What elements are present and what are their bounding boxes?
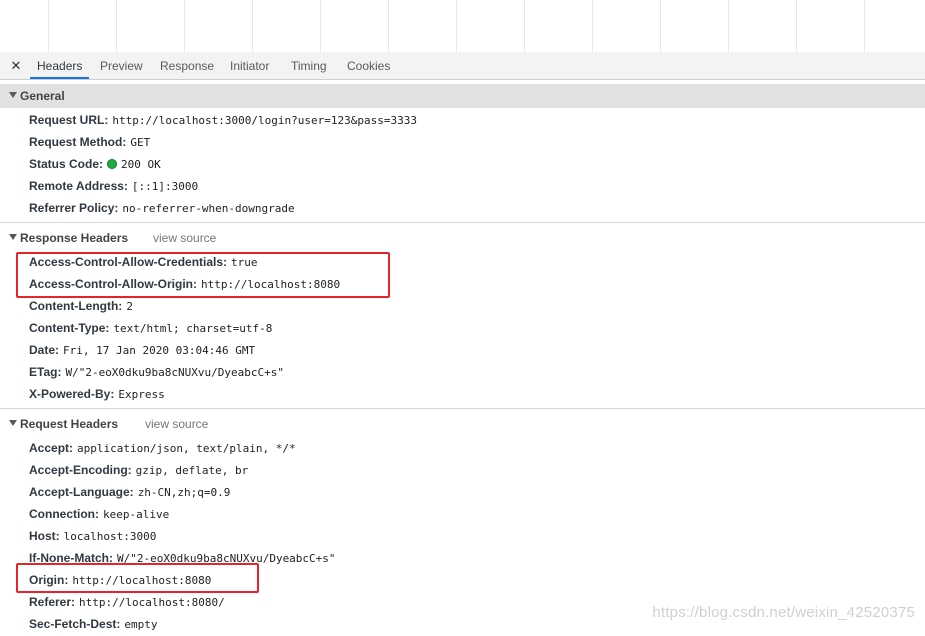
waterfall-gridline: [592, 0, 593, 52]
request-row-sec-fetch-dest: Sec-Fetch-Dest: empty: [29, 617, 158, 631]
highlight-box-origin-request: [16, 563, 259, 593]
response-headers-header[interactable]: Response Headers view source: [0, 226, 925, 250]
watermark-text: https://blog.csdn.net/weixin_42520375: [652, 604, 915, 621]
tab-preview[interactable]: Preview: [100, 52, 143, 79]
request-view-source-link[interactable]: view source: [145, 412, 208, 436]
waterfall-gridline: [524, 0, 525, 52]
waterfall-gridline: [864, 0, 865, 52]
details-tab-bar: ✕ Headers Preview Response Initiator Tim…: [0, 52, 925, 80]
response-headers-title: Response Headers: [20, 231, 129, 245]
tab-initiator[interactable]: Initiator: [230, 52, 269, 79]
waterfall-gridline: [456, 0, 457, 52]
request-headers-title: Request Headers: [20, 417, 119, 431]
general-row-remote-address: Remote Address: [::1]:3000: [29, 179, 199, 193]
waterfall-gridline: [184, 0, 185, 52]
tab-timing[interactable]: Timing: [291, 52, 327, 79]
request-row-connection: Connection: keep-alive: [29, 507, 170, 521]
request-row-referer: Referer: http://localhost:8080/: [29, 595, 225, 609]
waterfall-gridline: [252, 0, 253, 52]
waterfall-gridline: [660, 0, 661, 52]
general-section-header[interactable]: General: [0, 84, 925, 108]
request-row-host: Host: localhost:3000: [29, 529, 157, 543]
highlight-box-cors-response: [16, 252, 390, 298]
section-divider: [0, 408, 925, 409]
response-row-x-powered-by: X-Powered-By: Express: [29, 387, 165, 401]
response-row-content-length: Content-Length: 2: [29, 299, 133, 313]
waterfall-gridline: [388, 0, 389, 52]
general-row-request-method: Request Method: GET: [29, 135, 151, 149]
waterfall-gridline: [48, 0, 49, 52]
response-row-content-type: Content-Type: text/html; charset=utf-8: [29, 321, 273, 335]
status-ok-icon: [107, 159, 118, 169]
response-row-date: Date: Fri, 17 Jan 2020 03:04:46 GMT: [29, 343, 256, 357]
request-row-accept-language: Accept-Language: zh-CN,zh;q=0.9: [29, 485, 231, 499]
general-row-referrer-policy: Referrer Policy: no-referrer-when-downgra…: [29, 201, 295, 215]
collapse-triangle-icon: [9, 234, 17, 240]
tab-cookies[interactable]: Cookies: [347, 52, 390, 79]
network-waterfall-strip: [0, 0, 925, 53]
tab-response[interactable]: Response: [160, 52, 214, 79]
response-row-etag: ETag: W/"2-eoX0dku9ba8cNUXvu/DyeabcC+s": [29, 365, 284, 379]
waterfall-gridline: [796, 0, 797, 52]
waterfall-gridline: [320, 0, 321, 52]
request-row-accept-encoding: Accept-Encoding: gzip, deflate, br: [29, 463, 249, 477]
general-section-title: General: [20, 89, 65, 103]
section-divider: [0, 222, 925, 223]
response-view-source-link[interactable]: view source: [153, 226, 216, 250]
close-icon[interactable]: ✕: [8, 58, 24, 74]
general-row-status-code: Status Code: 200 OK: [29, 157, 161, 171]
request-row-accept: Accept: application/json, text/plain, */*: [29, 441, 296, 455]
request-headers-header[interactable]: Request Headers view source: [0, 412, 925, 436]
general-row-request-url: Request URL: http://localhost:3000/login?…: [29, 113, 417, 127]
collapse-triangle-icon: [9, 420, 17, 426]
waterfall-gridline: [728, 0, 729, 52]
collapse-triangle-icon: [9, 92, 17, 98]
tab-headers[interactable]: Headers: [30, 52, 90, 79]
waterfall-gridline: [116, 0, 117, 52]
